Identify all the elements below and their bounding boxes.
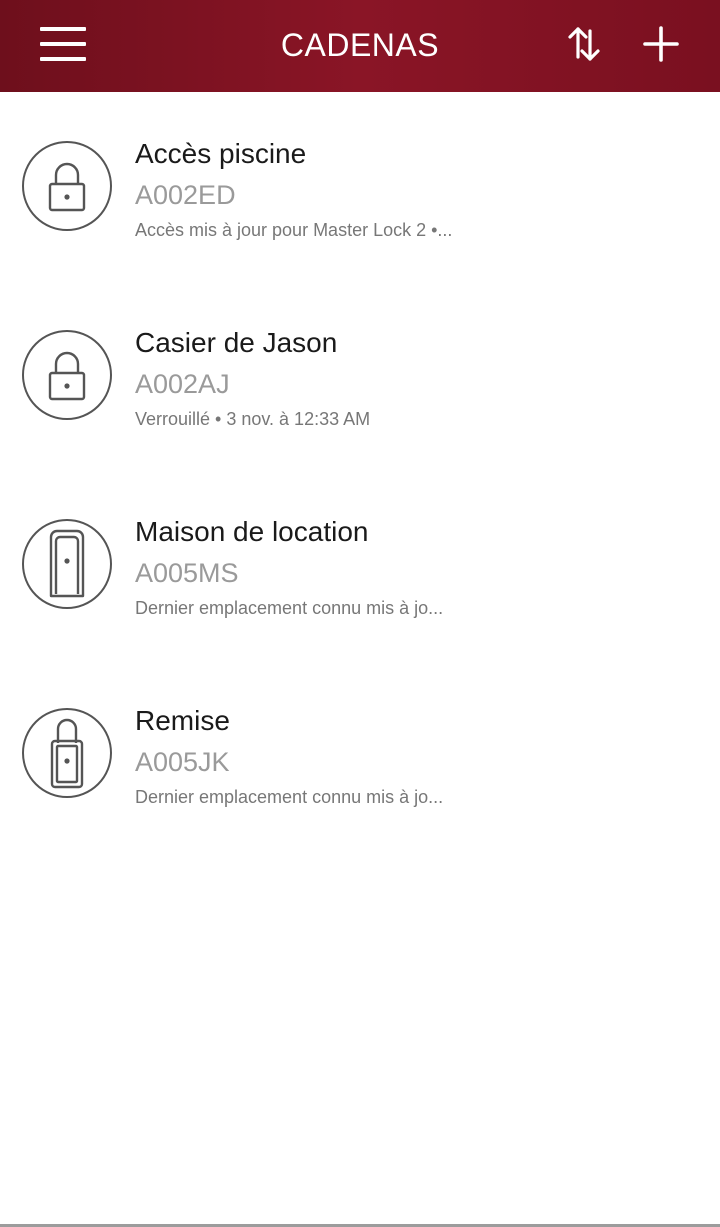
add-lock-button[interactable]	[630, 14, 692, 74]
hamburger-menu-icon	[40, 27, 86, 61]
top-app-bar: CADENAS	[0, 0, 720, 92]
sort-button[interactable]	[553, 14, 615, 74]
padlock-icon	[22, 330, 112, 420]
lock-code: A005JK	[135, 747, 230, 777]
lock-list-item[interactable]: Casier de Jason A002AJ Verrouillé • 3 no…	[0, 281, 720, 470]
lock-name: Casier de Jason	[135, 327, 338, 358]
sort-arrows-icon	[568, 27, 600, 61]
lock-name: Remise	[135, 705, 230, 736]
lock-code: A002ED	[135, 180, 236, 210]
menu-button[interactable]	[30, 16, 96, 72]
lock-list-item[interactable]: Accès piscine A002ED Accès mis à jour po…	[0, 92, 720, 281]
page-title: CADENAS	[280, 27, 440, 63]
door-lockbox-icon	[22, 519, 112, 609]
lock-code: A005MS	[135, 558, 239, 588]
lock-status: Verrouillé • 3 nov. à 12:33 AM	[135, 409, 371, 429]
padlock-icon	[22, 141, 112, 231]
lock-list-item[interactable]: Remise A005JK Dernier emplacement connu …	[0, 659, 720, 848]
lock-list-item[interactable]: Maison de location A005MS Dernier emplac…	[0, 470, 720, 659]
lock-list: Accès piscine A002ED Accès mis à jour po…	[0, 92, 720, 848]
lock-status: Accès mis à jour pour Master Lock 2 •...	[135, 220, 453, 240]
shackle-lockbox-icon	[22, 708, 112, 798]
lock-status: Dernier emplacement connu mis à jo...	[135, 598, 444, 618]
app-screen: CADENAS Accès piscine A002ED Accès mis à…	[0, 0, 720, 1227]
lock-code: A002AJ	[135, 369, 230, 399]
lock-name: Accès piscine	[135, 138, 307, 169]
lock-name: Maison de location	[135, 516, 369, 547]
plus-icon	[643, 26, 679, 62]
lock-status: Dernier emplacement connu mis à jo...	[135, 787, 444, 807]
